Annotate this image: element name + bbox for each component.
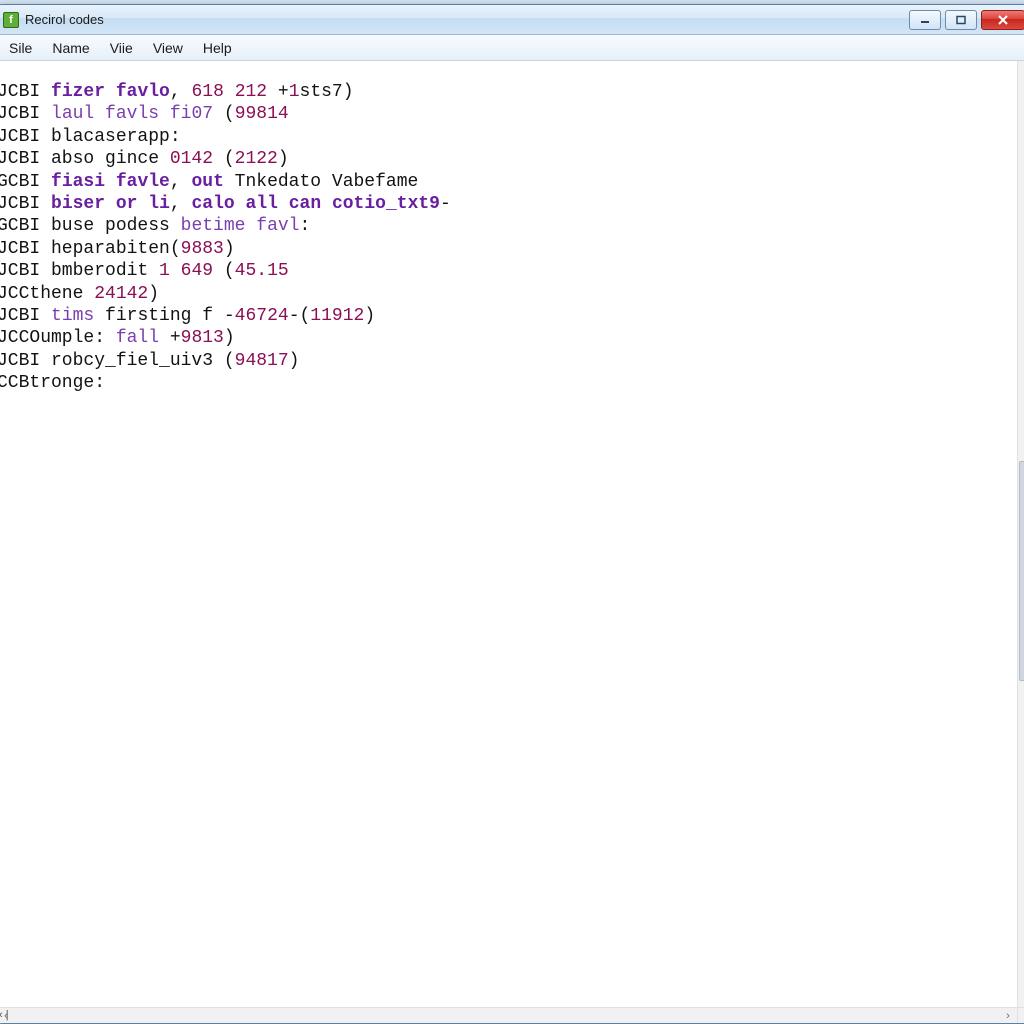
menu-bar: Sile Name Viie View Help	[0, 35, 1024, 61]
title-bar[interactable]: f Recirol codes	[0, 5, 1024, 35]
minimize-button[interactable]	[909, 10, 941, 30]
maximize-icon	[955, 15, 967, 25]
close-icon	[996, 14, 1010, 26]
status-left: ‹ |	[0, 1007, 9, 1023]
window-title: Recirol codes	[25, 12, 104, 27]
menu-name[interactable]: Name	[42, 38, 99, 58]
menu-view[interactable]: View	[143, 38, 193, 58]
app-window: f Recirol codes Sile Name Viie View Help…	[0, 4, 1024, 1024]
maximize-button[interactable]	[945, 10, 977, 30]
menu-sile[interactable]: Sile	[0, 38, 42, 58]
scroll-right-icon[interactable]: ›	[1001, 1010, 1015, 1022]
close-button[interactable]	[981, 10, 1024, 30]
vertical-scrollbar[interactable]	[1017, 61, 1024, 1007]
window-controls	[909, 10, 1024, 30]
horizontal-scrollbar[interactable]: ‹ ›	[0, 1007, 1017, 1023]
vertical-scrollbar-thumb[interactable]	[1019, 461, 1024, 681]
scrollbar-corner	[1017, 1007, 1024, 1023]
menu-help[interactable]: Help	[193, 38, 242, 58]
minimize-icon	[919, 15, 931, 25]
code-editor[interactable]: JCBI fizer favlo, 618 212 +1sts7) JCBI l…	[0, 79, 1021, 989]
editor-area: JCBI fizer favlo, 618 212 +1sts7) JCBI l…	[0, 61, 1024, 1023]
menu-viie[interactable]: Viie	[100, 38, 143, 58]
app-icon: f	[3, 12, 19, 28]
